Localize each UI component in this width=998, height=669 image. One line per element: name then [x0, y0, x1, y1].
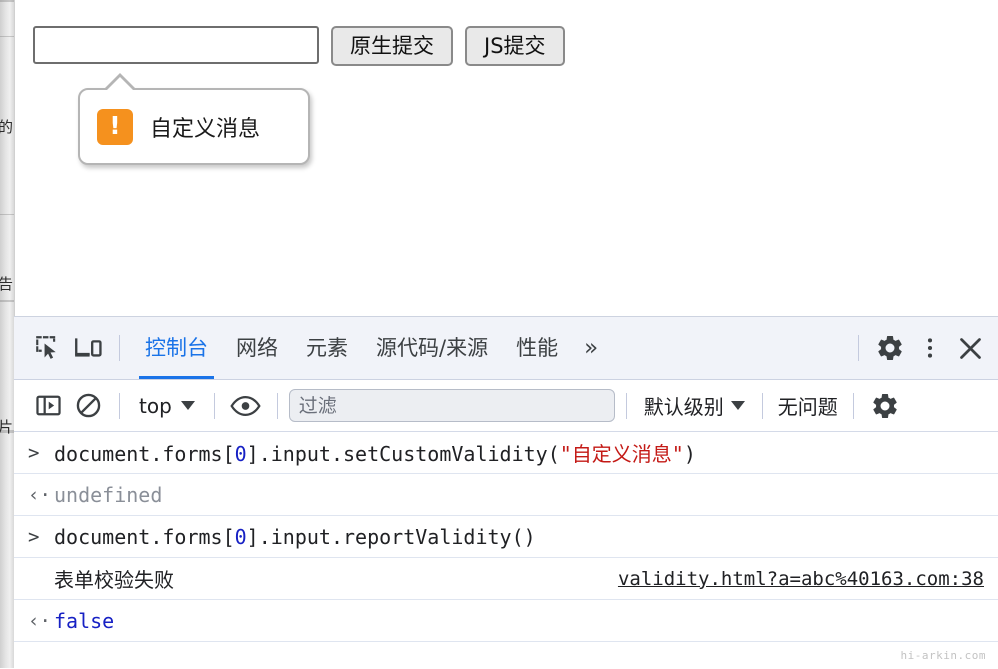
tab-sources[interactable]: 源代码/来源 [362, 317, 502, 379]
chevron-down-icon [730, 401, 745, 410]
issues-status[interactable]: 无问题 [774, 391, 842, 420]
expression-number: 0 [234, 442, 247, 466]
sliver-glyph: 告 [0, 275, 14, 293]
expression-prefix: document.forms[ [54, 524, 235, 549]
devtools-tabstrip: 控制台 网络 元素 源代码/来源 性能 » [14, 317, 998, 380]
filterbar-divider-5 [761, 392, 763, 419]
expression-suffix: ) [683, 442, 696, 466]
console-message-list: > document.forms[0].input.setCustomValid… [14, 432, 998, 642]
background-window-sliver: 的 告 片 [0, 0, 14, 668]
inspect-element-icon[interactable] [28, 328, 68, 368]
filterbar-divider-3 [276, 392, 278, 419]
console-settings-gear-icon[interactable] [865, 386, 905, 426]
warning-exclamation-icon: ! [97, 108, 133, 145]
tab-elements[interactable]: 元素 [292, 317, 362, 379]
expression-number: 0 [234, 524, 247, 549]
warning-exclamation-glyph: ! [109, 111, 121, 140]
sliver-glyph: 的 [0, 118, 14, 136]
device-toolbar-icon[interactable] [68, 328, 108, 368]
console-expression: document.forms[0].input.reportValidity() [54, 525, 984, 549]
bubble-arrow-fill [106, 77, 134, 91]
validation-form: 原生提交 JS提交 [33, 26, 565, 66]
viewport-left-border [14, 0, 15, 316]
console-result-row: ‹· false [14, 600, 998, 642]
console-source-link[interactable]: validity.html?a=abc%40163.com:38 [618, 568, 984, 590]
log-level-label: 默认级别 [643, 395, 724, 419]
execution-context-select[interactable]: top [131, 394, 203, 418]
console-sidebar-toggle-icon[interactable] [28, 386, 68, 426]
close-devtools-icon[interactable] [950, 328, 990, 368]
devtools-panel: 控制台 网络 元素 源代码/来源 性能 » top 过滤 默认级别 无问题 > … [14, 316, 998, 669]
tab-performance[interactable]: 性能 [502, 317, 572, 379]
console-expression: document.forms[0].input.setCustomValidit… [54, 438, 984, 467]
native-submit-button[interactable]: 原生提交 [331, 26, 453, 66]
expression-quote-close: " [671, 442, 684, 466]
console-result-value: false [54, 608, 115, 633]
sliver-glyph: 片 [0, 418, 14, 436]
site-watermark: hi-arkin.com [900, 649, 986, 662]
more-options-icon[interactable] [910, 328, 950, 368]
filterbar-divider-6 [852, 392, 854, 419]
expression-quote-open: " [559, 442, 572, 466]
filterbar-divider-4 [625, 392, 627, 419]
input-prompt-icon: > [28, 525, 40, 548]
tab-network[interactable]: 网络 [222, 317, 292, 379]
tab-console[interactable]: 控制台 [131, 317, 222, 379]
output-return-icon: ‹· [28, 609, 51, 632]
console-filter-input[interactable] [288, 389, 615, 422]
email-input[interactable] [33, 26, 319, 64]
expression-string: 自定义消息 [571, 442, 672, 466]
expression-middle: ].input.setCustomValidity( [246, 442, 560, 466]
clear-console-icon[interactable] [68, 386, 108, 426]
console-input-row[interactable]: > document.forms[0].input.reportValidity… [14, 516, 998, 558]
expression-prefix: document.forms[ [54, 442, 235, 466]
tabstrip-divider [119, 335, 120, 361]
console-log-message: 表单校验失败 [54, 568, 174, 592]
output-return-icon: ‹· [28, 483, 51, 506]
live-expression-eye-icon[interactable] [226, 386, 266, 426]
console-result-row: ‹· undefined [14, 474, 998, 516]
tabstrip-divider-right [858, 335, 859, 361]
console-filterbar: top 默认级别 无问题 [14, 380, 998, 432]
console-result-value: undefined [54, 482, 163, 507]
console-log-row: 表单校验失败 validity.html?a=abc%40163.com:38 [14, 558, 998, 600]
chevron-down-icon [180, 401, 195, 410]
validation-message-bubble: ! 自定义消息 [78, 73, 310, 165]
more-tabs-icon[interactable]: » [572, 335, 607, 361]
expression-middle: ].input.reportValidity() [246, 524, 536, 549]
log-level-select[interactable]: 默认级别 [638, 391, 751, 420]
js-submit-button[interactable]: JS提交 [465, 26, 565, 66]
execution-context-label: top [139, 393, 172, 418]
page-viewport: 原生提交 JS提交 ! 自定义消息 [14, 0, 998, 316]
console-input-row[interactable]: > document.forms[0].input.setCustomValid… [14, 432, 998, 474]
input-prompt-icon: > [28, 441, 40, 464]
filterbar-divider-2 [213, 392, 215, 419]
settings-gear-icon[interactable] [870, 328, 910, 368]
filterbar-divider-1 [119, 392, 120, 419]
validation-message-text: 自定义消息 [150, 116, 261, 142]
